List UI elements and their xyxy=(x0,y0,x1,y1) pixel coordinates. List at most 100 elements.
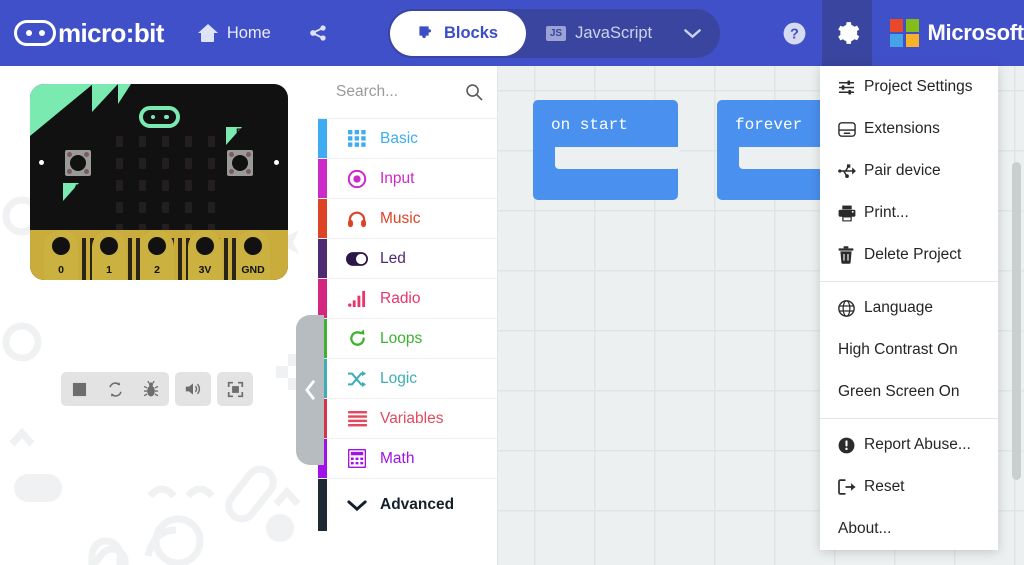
chevron-down-icon xyxy=(342,499,372,512)
workspace-scrollbar[interactable] xyxy=(1012,162,1021,480)
grid-icon xyxy=(342,130,372,147)
microsoft-squares-icon xyxy=(890,18,919,48)
share-button[interactable] xyxy=(293,0,343,66)
category-math[interactable]: Math xyxy=(318,439,497,479)
menu-item-reset[interactable]: Reset xyxy=(820,466,998,508)
fullscreen-icon xyxy=(227,381,243,397)
refresh-icon xyxy=(108,381,122,397)
pin-3v[interactable]: 3V xyxy=(188,230,222,280)
pin-gnd-label: GND xyxy=(241,264,265,276)
category-radio[interactable]: Radio xyxy=(318,279,497,319)
search-input[interactable]: Search... xyxy=(318,66,497,119)
pin-1-label: 1 xyxy=(106,264,112,276)
menu-item-green-screen[interactable]: Green Screen On xyxy=(820,371,998,413)
edge-connector-pins: 0 1 2 3V GND xyxy=(30,230,288,280)
menu-item-delete-project[interactable]: Delete Project xyxy=(820,234,998,276)
gear-icon xyxy=(838,22,860,44)
category-variables[interactable]: Variables xyxy=(318,399,497,439)
exit-icon xyxy=(838,479,864,495)
pin-1[interactable]: 1 xyxy=(92,230,126,280)
menu-item-extensions[interactable]: Extensions xyxy=(820,108,998,150)
menu-item-label: Delete Project xyxy=(864,246,962,263)
category-loops-label: Loops xyxy=(380,329,423,347)
toggle-icon xyxy=(342,251,372,266)
led-matrix[interactable] xyxy=(116,136,215,235)
microbit-board: A B 0 1 2 3V GND xyxy=(30,84,288,280)
puzzle-piece-icon xyxy=(419,26,432,39)
tab-javascript[interactable]: JS JavaScript xyxy=(534,11,664,56)
button-b-label: B xyxy=(236,127,244,139)
category-logic-label: Logic xyxy=(380,369,418,387)
menu-item-label: About... xyxy=(838,520,892,537)
pin-gnd[interactable]: GND xyxy=(236,230,270,280)
block-on-start-label: on start xyxy=(551,116,628,134)
category-logic[interactable]: Logic xyxy=(318,359,497,399)
pin-0-label: 0 xyxy=(58,264,64,276)
settings-button[interactable] xyxy=(822,0,872,66)
search-icon xyxy=(466,84,483,101)
loop-arrow-icon xyxy=(342,329,372,348)
help-button[interactable]: ? xyxy=(766,0,822,66)
category-advanced[interactable]: Advanced xyxy=(318,479,497,531)
brand-name: micro:bit xyxy=(58,17,164,48)
home-label: Home xyxy=(226,23,271,42)
menu-item-project-settings[interactable]: Project Settings xyxy=(820,66,998,108)
restart-button[interactable] xyxy=(97,372,133,406)
mute-button[interactable] xyxy=(175,372,211,406)
js-badge-icon: JS xyxy=(545,26,567,41)
archive-icon xyxy=(838,121,864,137)
menu-item-about[interactable]: About... xyxy=(820,508,998,550)
category-advanced-label: Advanced xyxy=(380,496,455,513)
tab-blocks[interactable]: Blocks xyxy=(390,11,526,56)
headphones-icon xyxy=(342,210,372,228)
speaker-icon xyxy=(185,383,201,395)
usb-connector-icon xyxy=(139,106,180,128)
tab-dropdown-button[interactable] xyxy=(664,11,720,56)
globe-icon xyxy=(838,299,864,317)
category-led-label: Led xyxy=(380,249,406,267)
menu-item-label: High Contrast On xyxy=(838,341,958,358)
menu-item-language[interactable]: Language xyxy=(820,287,998,329)
menu-item-print[interactable]: Print... xyxy=(820,192,998,234)
pin-2[interactable]: 2 xyxy=(140,230,174,280)
microsoft-label: Microsoft xyxy=(927,20,1024,45)
pin-2-label: 2 xyxy=(154,264,160,276)
menu-divider xyxy=(820,418,998,419)
menu-item-label: Pair device xyxy=(864,162,941,179)
menu-divider xyxy=(820,281,998,282)
block-on-start[interactable]: on start xyxy=(533,100,680,200)
search-placeholder: Search... xyxy=(336,83,399,100)
menu-item-high-contrast[interactable]: High Contrast On xyxy=(820,329,998,371)
category-input[interactable]: Input xyxy=(318,159,497,199)
home-button[interactable]: Home xyxy=(184,0,285,66)
pin-0[interactable]: 0 xyxy=(44,230,78,280)
share-icon xyxy=(310,25,326,41)
category-radio-label: Radio xyxy=(380,289,421,307)
board-button-b[interactable] xyxy=(227,150,253,176)
fullscreen-button[interactable] xyxy=(217,372,253,406)
menu-item-pair-device[interactable]: Pair device xyxy=(820,150,998,192)
microsoft-logo[interactable]: Microsoft xyxy=(890,0,1024,66)
menu-item-label: Project Settings xyxy=(864,78,973,95)
board-button-a[interactable] xyxy=(65,150,91,176)
lines-icon xyxy=(342,410,372,427)
menu-item-label: Language xyxy=(864,299,933,316)
category-music[interactable]: Music xyxy=(318,199,497,239)
menu-item-report-abuse[interactable]: Report Abuse... xyxy=(820,424,998,466)
debug-button[interactable] xyxy=(133,372,169,406)
category-loops[interactable]: Loops xyxy=(318,319,497,359)
category-basic[interactable]: Basic xyxy=(318,119,497,159)
microbit-logo-icon xyxy=(14,20,56,46)
svg-text:?: ? xyxy=(790,26,799,42)
category-basic-label: Basic xyxy=(380,129,418,147)
collapse-simulator-button[interactable] xyxy=(296,315,324,465)
printer-icon xyxy=(838,205,864,222)
category-input-label: Input xyxy=(380,169,415,187)
exclamation-circle-icon xyxy=(838,437,864,454)
settings-dropdown-menu: Project Settings Extensions Pair device … xyxy=(820,66,998,550)
category-led[interactable]: Led xyxy=(318,239,497,279)
stop-button[interactable] xyxy=(61,372,97,406)
brand-logo[interactable]: micro:bit xyxy=(14,0,164,66)
tab-blocks-label: Blocks xyxy=(443,24,499,42)
bug-icon xyxy=(143,380,159,396)
